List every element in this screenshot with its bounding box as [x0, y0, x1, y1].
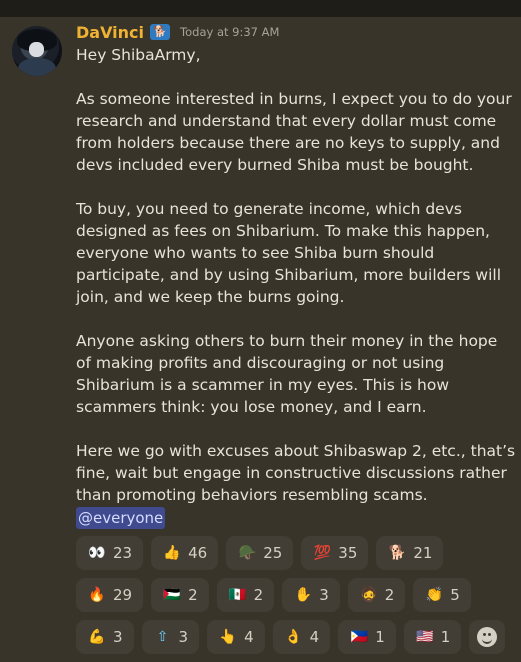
reaction-count: 35 — [338, 544, 358, 562]
reaction-thumbs-up[interactable]: 👍 46 — [151, 536, 219, 570]
reaction-fire[interactable]: 🔥 29 — [76, 578, 144, 612]
message-paragraph: As someone interested in burns, I expect… — [76, 90, 512, 174]
avatar-face — [29, 42, 44, 57]
reaction-row: 👀 23 👍 46 🪖 25 💯 35 🐕 21 — [76, 536, 516, 570]
reactions-bar: 👀 23 👍 46 🪖 25 💯 35 🐕 21 🔥 29 🇵🇸 2 🇲🇽 2 … — [76, 536, 516, 662]
reaction-count: 2 — [188, 586, 198, 604]
avatar[interactable] — [12, 26, 62, 76]
smile-icon — [477, 627, 498, 647]
reaction-count: 3 — [113, 628, 123, 646]
reaction-count: 4 — [244, 628, 254, 646]
reaction-raised-hand[interactable]: ✋ 3 — [282, 578, 340, 612]
message-paragraph: Anyone asking others to burn their money… — [76, 332, 498, 416]
hundred-icon: 💯 — [313, 545, 331, 561]
eyes-icon: 👀 — [88, 545, 106, 561]
reaction-count: 3 — [178, 628, 189, 646]
muscle-icon: 💪 — [88, 629, 106, 645]
reaction-mexico-flag[interactable]: 🇲🇽 2 — [216, 578, 275, 612]
message-paragraph: Hey ShibaArmy, — [76, 46, 201, 64]
reaction-count: 2 — [384, 586, 395, 604]
everyone-mention[interactable]: @everyone — [76, 507, 166, 529]
reaction-count: 2 — [253, 586, 264, 604]
reaction-shiba-money[interactable]: 🐕 21 — [376, 536, 444, 570]
top-bar — [0, 0, 521, 17]
reaction-clapping[interactable]: 👏 5 — [413, 578, 471, 612]
reaction-count: 4 — [309, 628, 320, 646]
reaction-count: 3 — [319, 586, 329, 604]
reaction-hundred[interactable]: 💯 35 — [301, 536, 369, 570]
reaction-count: 23 — [113, 544, 133, 562]
philippines-flag-icon: 🇵🇭 — [350, 629, 368, 645]
message-header: DaVinci 🐕 Today at 9:37 AM — [76, 21, 279, 43]
palestine-flag-icon: 🇵🇸 — [163, 587, 181, 603]
fire-icon: 🔥 — [88, 587, 106, 603]
soldier-icon: 🪖 — [238, 545, 256, 561]
username[interactable]: DaVinci — [76, 23, 144, 42]
reaction-count: 1 — [440, 628, 451, 646]
reaction-eyes[interactable]: 👀 23 — [76, 536, 144, 570]
point-up-icon: 👆 — [219, 629, 237, 645]
avatar-coat — [18, 58, 56, 76]
reaction-face[interactable]: 🧔 2 — [347, 578, 406, 612]
thumbs-up-icon: 👍 — [163, 545, 181, 561]
message-content: Hey ShibaArmy, As someone interested in … — [76, 44, 516, 529]
reaction-count: 29 — [113, 586, 133, 604]
reaction-count: 25 — [263, 544, 283, 562]
message-paragraph: Here we go with excuses about Shibaswap … — [76, 442, 516, 504]
reaction-palestine-flag[interactable]: 🇵🇸 2 — [151, 578, 209, 612]
reaction-count: 1 — [375, 628, 385, 646]
face-icon: 🧔 — [360, 587, 378, 603]
reaction-count: 46 — [188, 544, 208, 562]
ok-hand-icon: 👌 — [284, 629, 303, 645]
user-badge-icon: 🐕 — [150, 24, 171, 40]
clapping-icon: 👏 — [425, 587, 443, 603]
reaction-soldier[interactable]: 🪖 25 — [226, 536, 294, 570]
us-flag-icon: 🇺🇸 — [416, 629, 434, 645]
reaction-count: 21 — [413, 544, 433, 562]
raised-hand-icon: ✋ — [294, 587, 312, 603]
message-paragraph: To buy, you need to generate income, whi… — [76, 200, 502, 306]
this-arrow-icon: ⇧ — [156, 629, 169, 645]
mexico-flag-icon: 🇲🇽 — [228, 587, 247, 603]
reaction-count: 5 — [450, 586, 460, 604]
shiba-money-icon: 🐕 — [388, 545, 407, 561]
reaction-row: 🔥 29 🇵🇸 2 🇲🇽 2 ✋ 3 🧔 2 👏 5 — [76, 578, 516, 612]
timestamp[interactable]: Today at 9:37 AM — [180, 25, 279, 39]
